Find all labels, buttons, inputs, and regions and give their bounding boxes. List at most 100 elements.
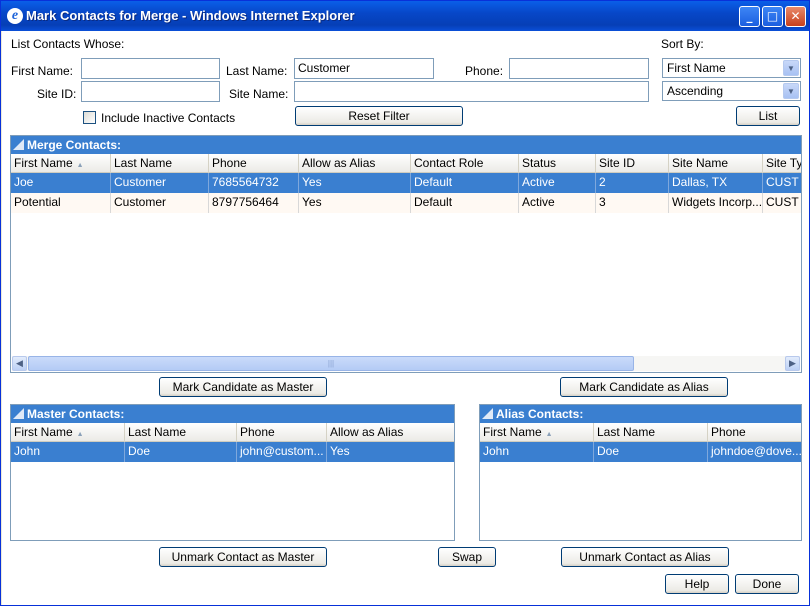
unmark-contact-as-master-button[interactable]: Unmark Contact as Master xyxy=(159,547,327,567)
scrollbar-thumb[interactable]: ||| xyxy=(28,356,634,371)
scroll-left-icon[interactable]: ◀ xyxy=(12,356,27,371)
merge-contacts-column-headers: First Name ▲ Last Name Phone Allow as Ali… xyxy=(11,154,801,173)
mark-candidate-as-master-button[interactable]: Mark Candidate as Master xyxy=(159,377,327,397)
cell-site-id: 2 xyxy=(596,173,669,193)
title-bar[interactable]: e Mark Contacts for Merge - Windows Inte… xyxy=(1,1,809,31)
sort-ascending-icon: ▲ xyxy=(76,162,84,169)
chevron-down-icon[interactable]: ▼ xyxy=(783,60,799,76)
table-row[interactable]: Joe Customer 7685564732 Yes Default Acti… xyxy=(11,173,801,193)
sort-heading: Sort By: xyxy=(661,37,704,51)
merge-contacts-panel: Merge Contacts: First Name ▲ Last Name Ph… xyxy=(10,135,802,373)
cell-site-type: CUST xyxy=(763,193,801,213)
column-header-allow-as-alias[interactable]: Allow as Alias xyxy=(327,423,454,442)
cell-first-name: John xyxy=(11,442,125,462)
column-header-first-name[interactable]: First Name ▲ xyxy=(11,154,111,173)
cell-site-name: Widgets Incorp... xyxy=(669,193,763,213)
column-header-site-type[interactable]: Site Type xyxy=(763,154,801,173)
merge-contacts-header: Merge Contacts: xyxy=(11,136,801,154)
collapse-icon[interactable] xyxy=(13,139,24,150)
maximize-button[interactable]: □ xyxy=(762,6,783,27)
phone-field[interactable] xyxy=(509,58,649,79)
cell-phone: 8797756464 xyxy=(209,193,299,213)
reset-filter-button[interactable]: Reset Filter xyxy=(295,106,463,126)
column-header-first-name[interactable]: First Name ▲ xyxy=(11,423,125,442)
cell-allow-as-alias: Yes xyxy=(327,442,454,462)
first-name-label: First Name: xyxy=(11,64,74,78)
unmark-contact-as-alias-button[interactable]: Unmark Contact as Alias xyxy=(561,547,729,567)
cell-status: Active xyxy=(519,193,596,213)
column-header-last-name[interactable]: Last Name xyxy=(111,154,209,173)
cell-site-id: 3 xyxy=(596,193,669,213)
minimize-button[interactable]: _ xyxy=(739,6,760,27)
cell-allow-as-alias: Yes xyxy=(299,173,411,193)
site-id-field[interactable] xyxy=(81,81,220,102)
cell-allow-as-alias: Yes xyxy=(299,193,411,213)
column-header-site-id[interactable]: Site ID xyxy=(596,154,669,173)
cell-site-type: CUST xyxy=(763,173,801,193)
table-row[interactable]: John Doe johndoe@dove... xyxy=(480,442,801,462)
last-name-field[interactable]: Customer xyxy=(294,58,434,79)
column-header-phone[interactable]: Phone xyxy=(708,423,801,442)
table-row[interactable]: John Doe john@custom... Yes xyxy=(11,442,454,462)
last-name-label: Last Name: xyxy=(226,64,288,78)
include-inactive-checkbox[interactable] xyxy=(83,111,96,124)
cell-contact-role: Default xyxy=(411,193,519,213)
master-contacts-title: Master Contacts: xyxy=(27,407,125,421)
collapse-icon[interactable] xyxy=(13,408,24,419)
site-name-label: Site Name: xyxy=(229,87,289,101)
alias-contacts-header: Alias Contacts: xyxy=(480,405,801,423)
cell-last-name: Doe xyxy=(125,442,237,462)
dialog-content: List Contacts Whose: Sort By: First Name… xyxy=(2,31,809,605)
column-header-status[interactable]: Status xyxy=(519,154,596,173)
phone-label: Phone: xyxy=(465,64,504,78)
column-header-last-name[interactable]: Last Name xyxy=(125,423,237,442)
sort-order-value: Ascending xyxy=(667,84,724,98)
first-name-field[interactable] xyxy=(81,58,220,79)
sort-order-select[interactable]: Ascending ▼ xyxy=(662,81,801,101)
chevron-down-icon[interactable]: ▼ xyxy=(783,83,799,99)
help-button[interactable]: Help xyxy=(665,574,729,594)
table-row[interactable]: Potential Customer 8797756464 Yes Defaul… xyxy=(11,193,801,213)
cell-phone: john@custom... xyxy=(237,442,327,462)
column-header-phone[interactable]: Phone xyxy=(209,154,299,173)
alias-contacts-title: Alias Contacts: xyxy=(496,407,584,421)
column-header-contact-role[interactable]: Contact Role xyxy=(411,154,519,173)
cell-phone: 7685564732 xyxy=(209,173,299,193)
mark-candidate-as-alias-button[interactable]: Mark Candidate as Alias xyxy=(560,377,728,397)
site-name-field[interactable] xyxy=(294,81,649,102)
internet-explorer-icon: e xyxy=(7,8,23,24)
alias-contacts-column-headers: First Name ▲ Last Name Phone xyxy=(480,423,801,442)
cell-last-name: Doe xyxy=(594,442,708,462)
sort-ascending-icon: ▲ xyxy=(76,431,84,438)
cell-phone: johndoe@dove... xyxy=(708,442,801,462)
column-header-first-name[interactable]: First Name ▲ xyxy=(480,423,594,442)
cell-site-name: Dallas, TX xyxy=(669,173,763,193)
horizontal-scrollbar[interactable]: ◀ ||| ▶ xyxy=(12,356,800,371)
scroll-right-icon[interactable]: ▶ xyxy=(785,356,800,371)
include-inactive-label[interactable]: Include Inactive Contacts xyxy=(101,111,235,125)
column-header-allow-as-alias[interactable]: Allow as Alias xyxy=(299,154,411,173)
cell-contact-role: Default xyxy=(411,173,519,193)
master-contacts-column-headers: First Name ▲ Last Name Phone Allow as Ali… xyxy=(11,423,454,442)
list-button[interactable]: List xyxy=(736,106,800,126)
column-header-site-name[interactable]: Site Name xyxy=(669,154,763,173)
cell-first-name: John xyxy=(480,442,594,462)
column-header-last-name[interactable]: Last Name xyxy=(594,423,708,442)
sort-field-value: First Name xyxy=(667,61,726,75)
cell-last-name: Customer xyxy=(111,193,209,213)
merge-contacts-title: Merge Contacts: xyxy=(27,138,122,152)
site-id-label: Site ID: xyxy=(37,87,77,101)
master-contacts-header: Master Contacts: xyxy=(11,405,454,423)
alias-contacts-panel: Alias Contacts: First Name ▲ Last Name Ph… xyxy=(479,404,802,541)
master-contacts-panel: Master Contacts: First Name ▲ Last Name P… xyxy=(10,404,455,541)
swap-button[interactable]: Swap xyxy=(438,547,496,567)
sort-field-select[interactable]: First Name ▼ xyxy=(662,58,801,78)
cell-first-name: Joe xyxy=(11,173,111,193)
close-button[interactable]: ✕ xyxy=(785,6,806,27)
cell-last-name: Customer xyxy=(111,173,209,193)
done-button[interactable]: Done xyxy=(735,574,799,594)
collapse-icon[interactable] xyxy=(482,408,493,419)
column-header-phone[interactable]: Phone xyxy=(237,423,327,442)
ie-window: e Mark Contacts for Merge - Windows Inte… xyxy=(0,0,810,606)
sort-ascending-icon: ▲ xyxy=(545,431,553,438)
